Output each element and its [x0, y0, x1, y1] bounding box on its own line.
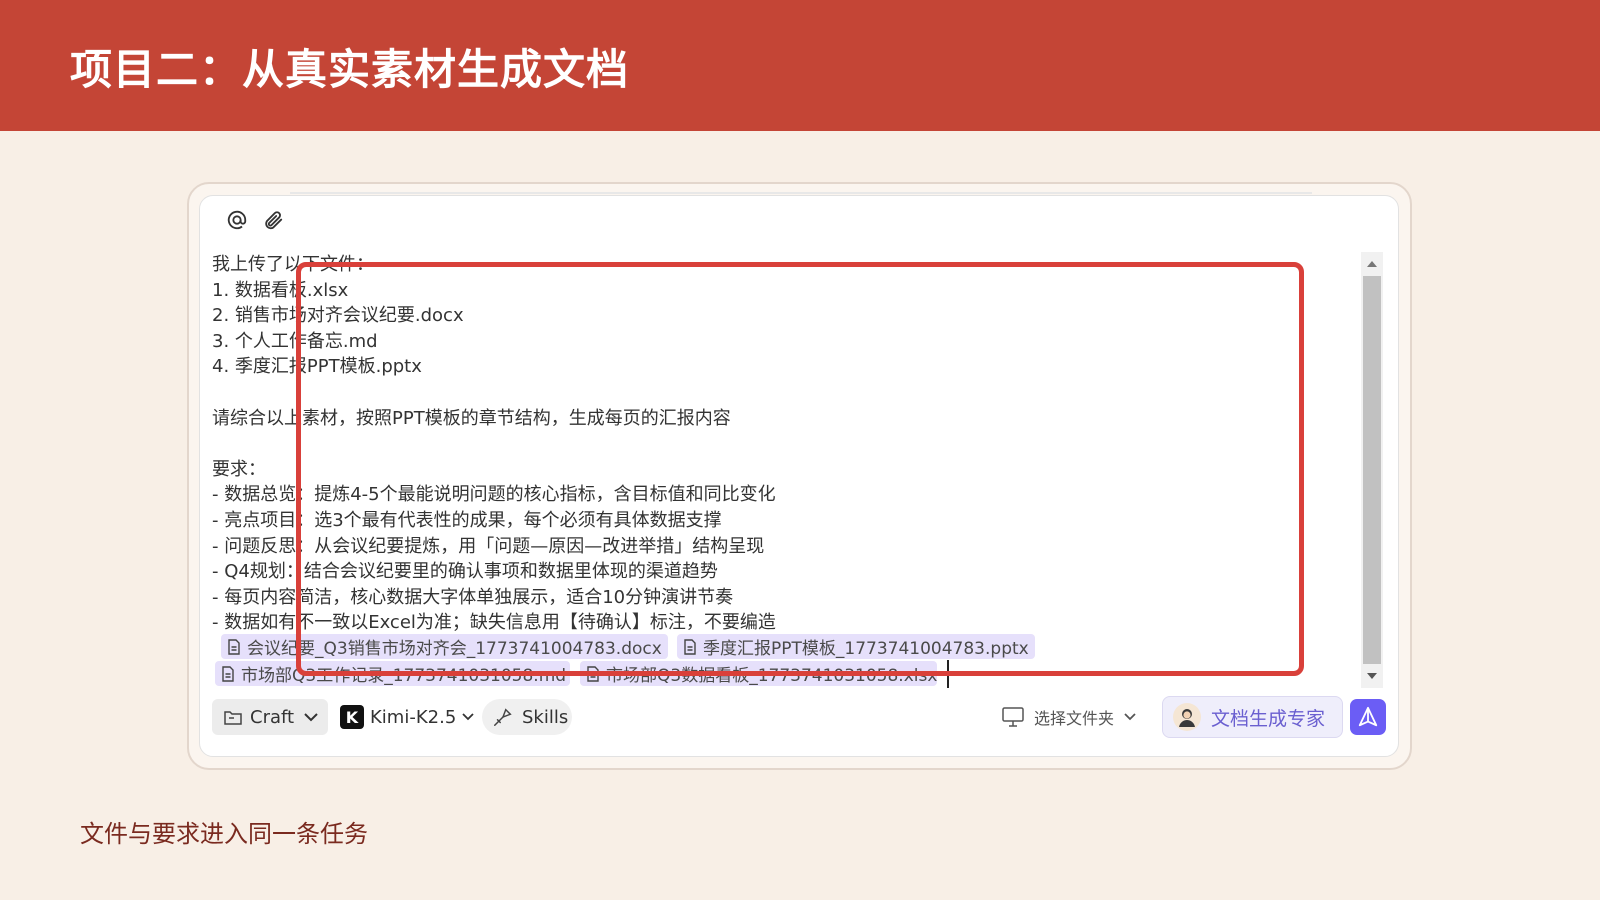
expert-label: 文档生成专家 — [1211, 707, 1326, 730]
skills-icon — [494, 708, 512, 726]
composer-top-divider — [290, 192, 1312, 194]
slide-header: 项目二：从真实素材生成文档 — [0, 0, 1600, 131]
model-selector[interactable]: K Kimi-K2.5 — [340, 699, 474, 735]
document-icon — [222, 665, 234, 682]
folder-label: 选择文件夹 — [1034, 709, 1115, 728]
folder-icon — [224, 711, 242, 725]
scroll-down-arrow[interactable] — [1366, 670, 1378, 682]
craft-label: Craft — [250, 706, 295, 728]
model-label: Kimi-K2.5 — [370, 706, 457, 728]
highlight-box — [296, 262, 1304, 676]
kimi-logo-icon: K — [340, 705, 364, 729]
slide-caption: 文件与要求进入同一条任务 — [80, 820, 368, 848]
scrollbar-thumb[interactable] — [1363, 276, 1381, 664]
expert-avatar-icon — [1173, 703, 1201, 731]
monitor-icon — [1002, 707, 1024, 727]
send-button[interactable] — [1350, 699, 1386, 735]
mention-icon[interactable] — [225, 208, 249, 232]
send-icon — [1358, 706, 1378, 727]
doc-expert-button[interactable]: 文档生成专家 — [1162, 696, 1343, 738]
skills-button[interactable]: Skills — [482, 699, 572, 735]
craft-mode-button[interactable]: Craft — [212, 699, 328, 735]
paperclip-icon[interactable] — [261, 208, 285, 232]
folder-selector[interactable]: 选择文件夹 — [1002, 702, 1136, 732]
skills-label: Skills — [522, 706, 569, 728]
document-icon — [228, 638, 240, 655]
chevron-down-icon — [1124, 713, 1136, 721]
chevron-down-icon — [304, 712, 318, 721]
scroll-up-arrow[interactable] — [1366, 258, 1378, 270]
slide-title: 项目二：从真实素材生成文档 — [70, 45, 630, 94]
chevron-down-icon — [462, 713, 474, 721]
